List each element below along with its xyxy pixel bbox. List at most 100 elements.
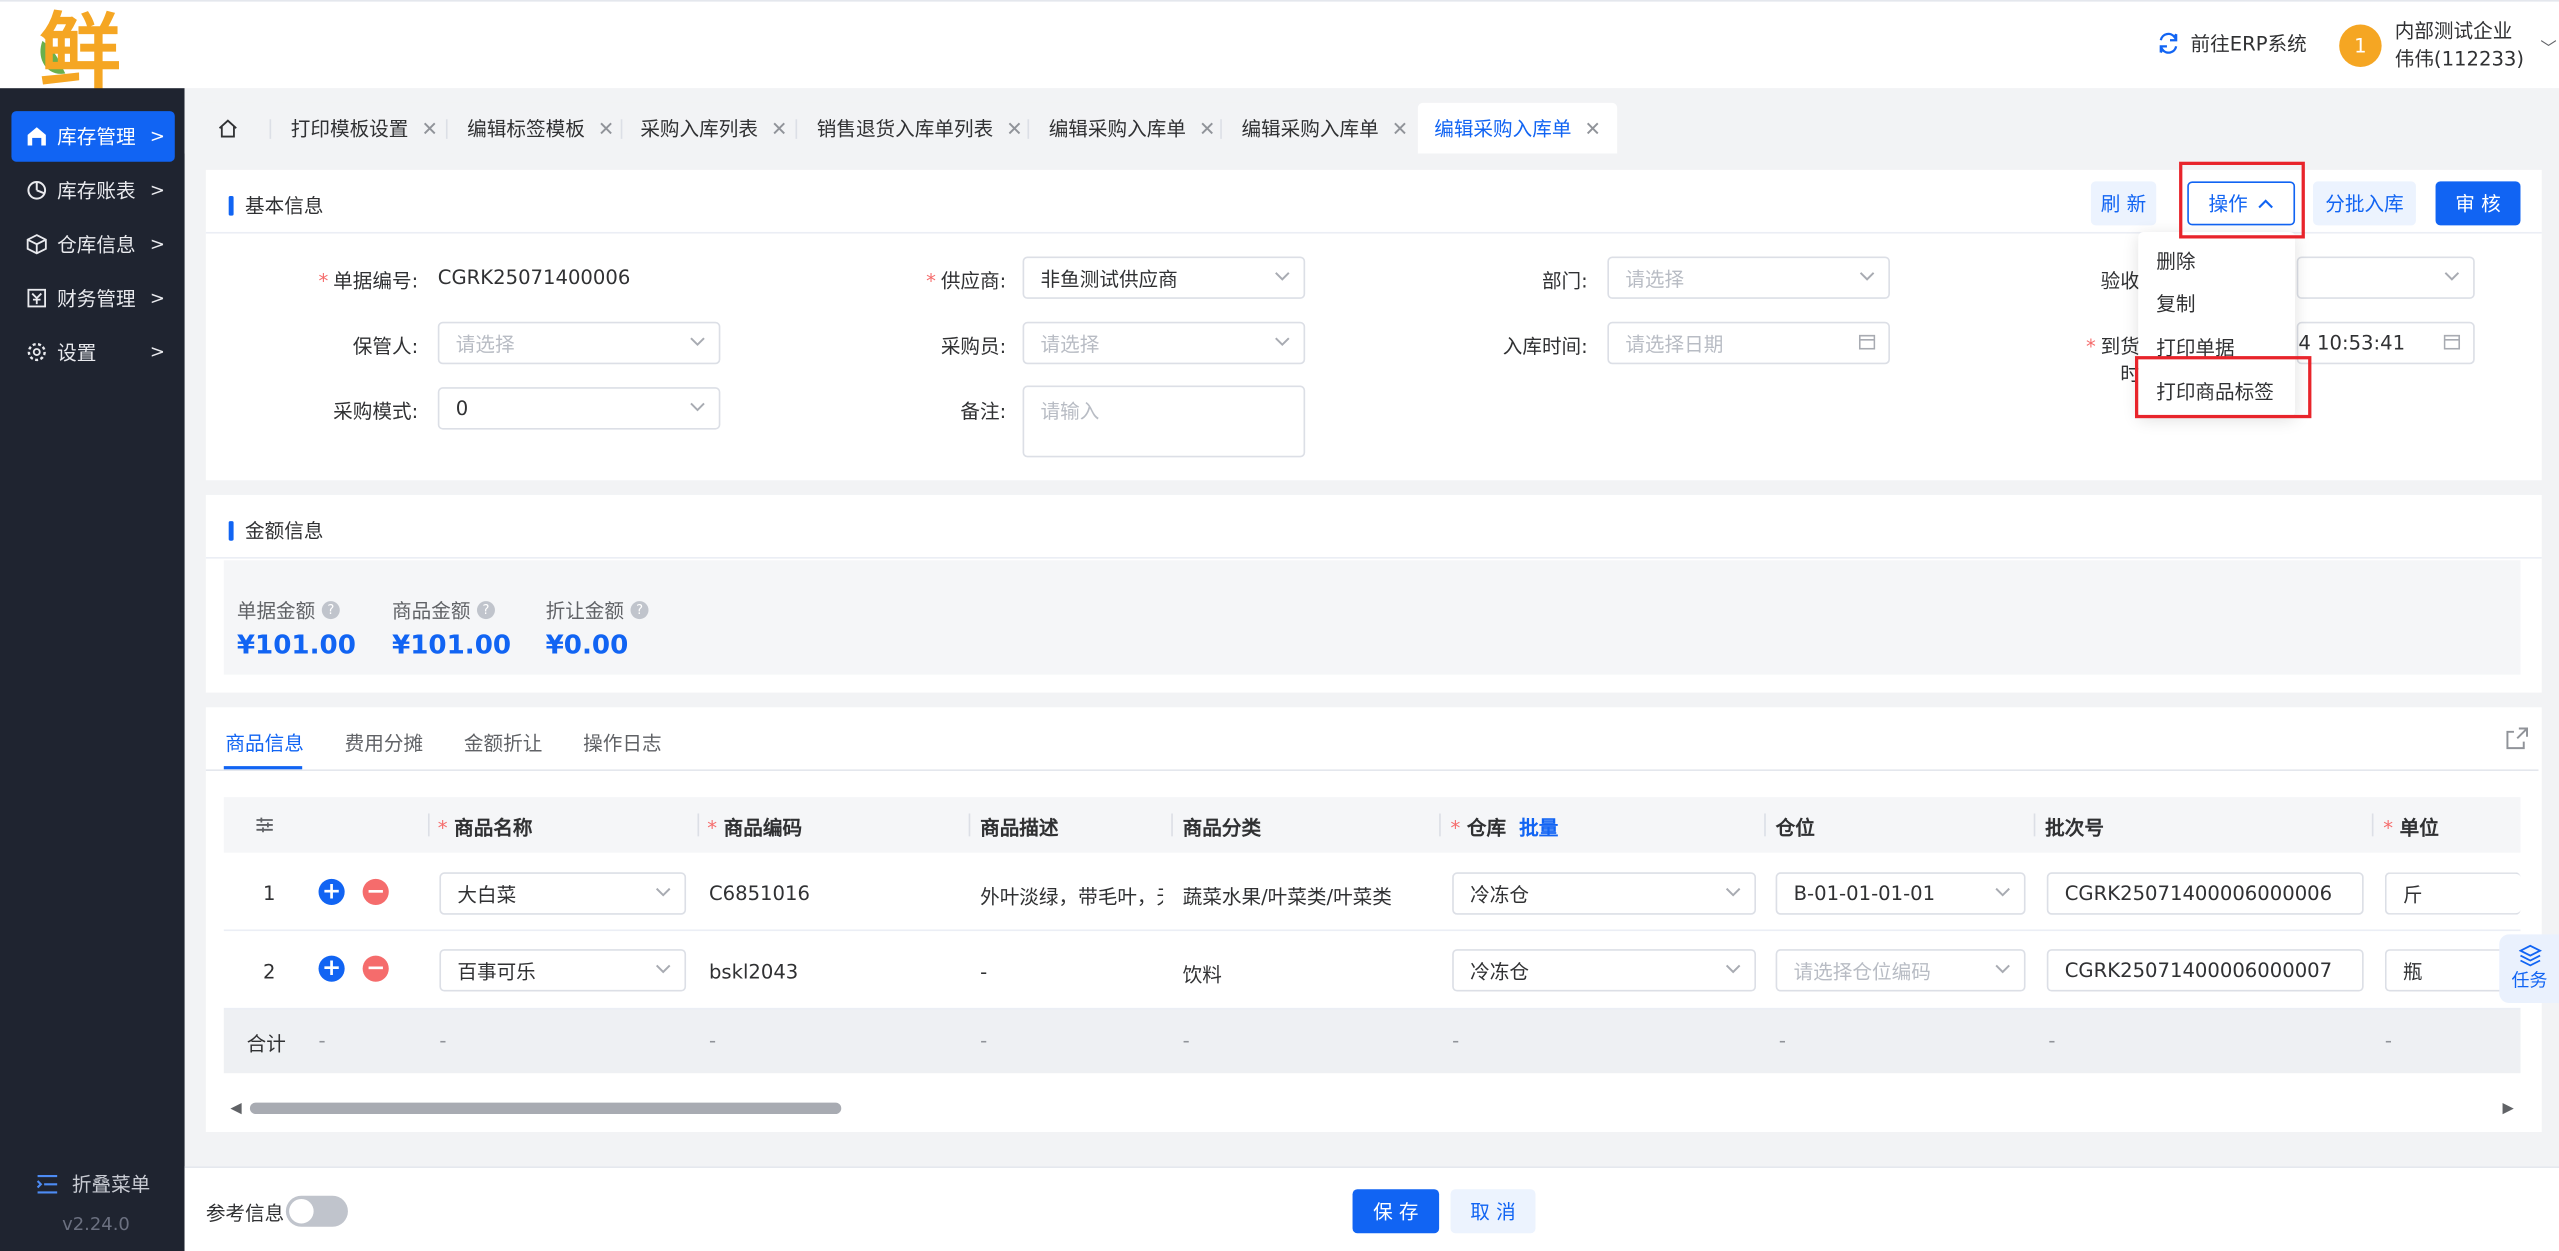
calendar-icon: [2443, 334, 2461, 350]
select-value: 0: [455, 396, 469, 420]
add-row-button[interactable]: +: [318, 878, 345, 905]
scroll-left-icon[interactable]: ◀: [230, 1101, 241, 1117]
warehouse-select[interactable]: 冷冻仓: [1452, 949, 1757, 992]
supplier-select[interactable]: 非鱼测试供应商: [1022, 256, 1306, 299]
close-icon[interactable]: ✕: [1199, 117, 1215, 140]
header-text: 商品编码: [723, 816, 803, 840]
product-name-select[interactable]: 大白菜: [439, 872, 687, 915]
tab-edit-purchase-1[interactable]: 编辑采购入库单 ✕: [1032, 102, 1232, 154]
collapse-menu-button[interactable]: 折叠菜单: [36, 1170, 150, 1198]
tab-operation-log[interactable]: 操作日志: [583, 729, 661, 757]
tab-separator: [445, 119, 448, 139]
close-icon[interactable]: ✕: [771, 117, 787, 140]
chevron-right-icon: >: [149, 125, 165, 148]
expand-icon[interactable]: [2506, 727, 2529, 750]
tab-home[interactable]: [200, 102, 255, 154]
in-time-label: 入库时间:: [1502, 334, 1588, 358]
tab-label-template[interactable]: 编辑标签模板 ✕: [450, 102, 631, 154]
tab-edit-purchase-3[interactable]: 编辑采购入库单 ✕: [1417, 102, 1618, 154]
tab-sales-return-list[interactable]: 销售退货入库单列表 ✕: [800, 102, 1040, 154]
refresh-button[interactable]: 刷 新: [2090, 181, 2157, 226]
tab-cost-allocation[interactable]: 费用分摊: [345, 729, 423, 757]
sidebar-item-label: 仓库信息: [57, 233, 136, 257]
cancel-button[interactable]: 取 消: [1450, 1189, 1536, 1234]
buyer-select[interactable]: 请选择: [1022, 321, 1306, 365]
warehouse-select[interactable]: 冷冻仓: [1452, 872, 1757, 915]
table-row: 1 + − 大白菜 C6851016 外叶淡绿，带毛叶，无 蔬菜水果/叶菜类/叶…: [223, 854, 2521, 932]
menu-item-copy[interactable]: 复制: [2156, 289, 2195, 317]
unit-select[interactable]: 斤: [2384, 872, 2521, 915]
column-settings-icon[interactable]: [255, 815, 275, 835]
tab-purchase-list[interactable]: 采购入库列表 ✕: [623, 102, 804, 154]
help-icon[interactable]: ?: [477, 601, 495, 620]
menu-item-delete[interactable]: 删除: [2156, 247, 2195, 275]
cell-value: 冷冻仓: [1470, 959, 1529, 983]
erp-system-link[interactable]: 前往ERP系统: [2156, 29, 2307, 57]
column-separator: [697, 813, 700, 837]
purchase-mode-select[interactable]: 0: [437, 387, 721, 430]
help-icon[interactable]: ?: [630, 601, 649, 620]
tab-print-template[interactable]: 打印模板设置 ✕: [274, 102, 455, 154]
warehouse-icon: [25, 125, 48, 148]
remark-textarea[interactable]: 请输入: [1022, 385, 1306, 458]
chevron-down-icon: [655, 887, 671, 897]
tab-label: 采购入库列表: [640, 117, 758, 141]
batch-set-link[interactable]: 批量: [1519, 817, 1558, 840]
close-icon[interactable]: ✕: [1392, 117, 1408, 140]
close-icon[interactable]: ✕: [1585, 117, 1601, 140]
close-icon[interactable]: ✕: [1006, 117, 1022, 140]
location-select[interactable]: 请选择仓位编码: [1775, 949, 2026, 992]
user-menu[interactable]: 1 内部测试企业 伟伟(112233) ﹀: [2339, 18, 2557, 74]
task-float-button[interactable]: 任务: [2499, 934, 2559, 1003]
batch-inbound-button[interactable]: 分批入库: [2313, 181, 2416, 226]
tab-label: 销售退货入库单列表: [816, 117, 994, 141]
sidebar-item-label: 库存管理: [57, 125, 136, 149]
save-button[interactable]: 保 存: [1352, 1189, 1440, 1234]
scroll-right-icon[interactable]: ▶: [2503, 1101, 2514, 1117]
keeper-select[interactable]: 请选择: [437, 321, 721, 365]
doc-no-label: * 单据编号:: [318, 269, 419, 293]
location-select[interactable]: B-01-01-01-01: [1775, 872, 2026, 915]
sidebar-item-stock-report[interactable]: 库存账表 >: [11, 165, 174, 216]
audit-button[interactable]: 审 核: [2435, 181, 2521, 226]
tab-label: 编辑采购入库单: [1241, 117, 1379, 141]
tab-edit-purchase-2[interactable]: 编辑采购入库单 ✕: [1225, 102, 1425, 154]
batch-no-input[interactable]: CGRK25071400006000007: [2046, 949, 2364, 992]
th-unit: * 单位: [2383, 816, 2439, 840]
in-time-datepicker[interactable]: 请选择日期: [1607, 321, 1890, 365]
product-code: C6851016: [708, 882, 810, 905]
arrive-time-label: * 到货时: [2085, 334, 2140, 386]
tab-label: 编辑采购入库单: [1048, 117, 1186, 141]
sidebar-item-warehouse-info[interactable]: 仓库信息 >: [11, 219, 174, 270]
header-text: 仓库: [1466, 816, 1507, 840]
tab-amount-discount[interactable]: 金额折让: [464, 729, 542, 757]
remove-row-button[interactable]: −: [362, 955, 389, 982]
chevron-down-icon: [1275, 337, 1290, 347]
add-row-button[interactable]: +: [318, 955, 345, 982]
dept-select[interactable]: 请选择: [1607, 256, 1890, 299]
help-icon[interactable]: ?: [321, 601, 340, 620]
tab-product-info[interactable]: 商品信息: [225, 729, 303, 757]
highlight-box-operate: [2179, 161, 2305, 239]
product-name-select[interactable]: 百事可乐: [439, 949, 687, 992]
inspect-select[interactable]: [2296, 256, 2475, 299]
product-desc: 外叶淡绿，带毛叶，无: [980, 885, 1164, 909]
keeper-label: 保管人:: [352, 334, 419, 358]
sidebar-item-label: 库存账表: [57, 179, 136, 203]
batch-no-input[interactable]: CGRK25071400006000006: [2046, 872, 2364, 915]
discount-amount-label: 折让金额?: [546, 596, 649, 624]
inspect-label: 验收: [2100, 269, 2140, 293]
horizontal-scrollbar[interactable]: [249, 1102, 842, 1115]
sidebar-item-inventory[interactable]: 库存管理 >: [11, 111, 175, 162]
close-icon[interactable]: ✕: [598, 117, 614, 140]
close-icon[interactable]: ✕: [421, 117, 437, 140]
sidebar-item-finance[interactable]: 财务管理 >: [11, 273, 174, 324]
sidebar-item-settings[interactable]: 设置 >: [11, 327, 174, 378]
ref-info-toggle[interactable]: [285, 1195, 348, 1227]
remove-row-button[interactable]: −: [362, 878, 389, 905]
amount-info-title: 金额信息: [229, 516, 323, 544]
tab-separator: [795, 119, 798, 139]
arrive-time-datepicker[interactable]: 4 10:53:41: [2296, 321, 2475, 365]
chevron-down-icon: [2444, 272, 2460, 281]
amount-summary: 单据金额? ¥101.00 商品金额? ¥101.00 折让金额? ¥0.00: [223, 560, 2521, 675]
